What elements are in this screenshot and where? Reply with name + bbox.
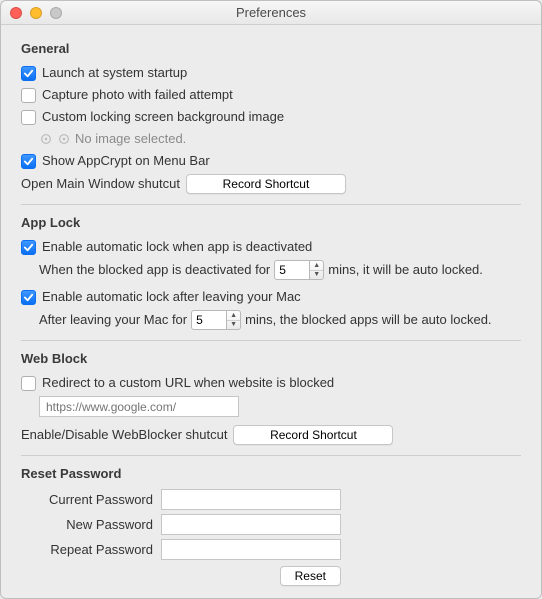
repeat-password-label: Repeat Password — [21, 542, 161, 557]
open-main-label: Open Main Window shutcut — [21, 175, 180, 193]
divider — [21, 455, 521, 456]
leave-stepper[interactable]: ▲ ▼ — [227, 310, 241, 330]
chevron-down-icon[interactable]: ▼ — [310, 271, 323, 280]
webblock-record-shortcut-button[interactable]: Record Shortcut — [233, 425, 393, 445]
chevron-up-icon[interactable]: ▲ — [310, 261, 323, 271]
gear-icon — [39, 132, 53, 146]
deact-sub-prefix: When the blocked app is deactivated for — [39, 261, 270, 279]
content: General Launch at system startup Capture… — [1, 25, 541, 598]
chevron-down-icon[interactable]: ▼ — [227, 321, 240, 330]
deact-sub-suffix: mins, it will be auto locked. — [328, 261, 483, 279]
deact-minutes-input[interactable] — [274, 260, 310, 280]
section-heading-reset: Reset Password — [21, 466, 521, 481]
leave-checkbox[interactable] — [21, 290, 36, 305]
launch-checkbox[interactable] — [21, 66, 36, 81]
section-heading-webblock: Web Block — [21, 351, 521, 366]
titlebar: Preferences — [1, 1, 541, 25]
section-heading-applock: App Lock — [21, 215, 521, 230]
divider — [21, 340, 521, 341]
leave-label: Enable automatic lock after leaving your… — [42, 288, 301, 306]
custom-lock-label: Custom locking screen background image — [42, 108, 284, 126]
current-password-input[interactable] — [161, 489, 341, 510]
section-heading-general: General — [21, 41, 521, 56]
menubar-label: Show AppCrypt on Menu Bar — [42, 152, 210, 170]
launch-label: Launch at system startup — [42, 64, 187, 82]
window-title: Preferences — [1, 5, 541, 20]
new-password-label: New Password — [21, 517, 161, 532]
redirect-checkbox[interactable] — [21, 376, 36, 391]
record-shortcut-button[interactable]: Record Shortcut — [186, 174, 346, 194]
custom-lock-checkbox[interactable] — [21, 110, 36, 125]
leave-sub-suffix: mins, the blocked apps will be auto lock… — [245, 311, 491, 329]
no-image-label: No image selected. — [75, 130, 186, 148]
deact-label: Enable automatic lock when app is deacti… — [42, 238, 312, 256]
divider — [21, 204, 521, 205]
reset-button[interactable]: Reset — [280, 566, 341, 586]
preferences-window: Preferences General Launch at system sta… — [0, 0, 542, 599]
current-password-label: Current Password — [21, 492, 161, 507]
capture-checkbox[interactable] — [21, 88, 36, 103]
deact-stepper[interactable]: ▲ ▼ — [310, 260, 324, 280]
deact-checkbox[interactable] — [21, 240, 36, 255]
capture-label: Capture photo with failed attempt — [42, 86, 233, 104]
new-password-input[interactable] — [161, 514, 341, 535]
menubar-checkbox[interactable] — [21, 154, 36, 169]
repeat-password-input[interactable] — [161, 539, 341, 560]
leave-minutes-input[interactable] — [191, 310, 227, 330]
chevron-up-icon[interactable]: ▲ — [227, 311, 240, 321]
leave-sub-prefix: After leaving your Mac for — [39, 311, 187, 329]
gear-icon-2 — [57, 132, 71, 146]
redirect-label: Redirect to a custom URL when website is… — [42, 374, 334, 392]
redirect-url-input[interactable] — [39, 396, 239, 417]
webblock-shortcut-label: Enable/Disable WebBlocker shutcut — [21, 426, 227, 444]
